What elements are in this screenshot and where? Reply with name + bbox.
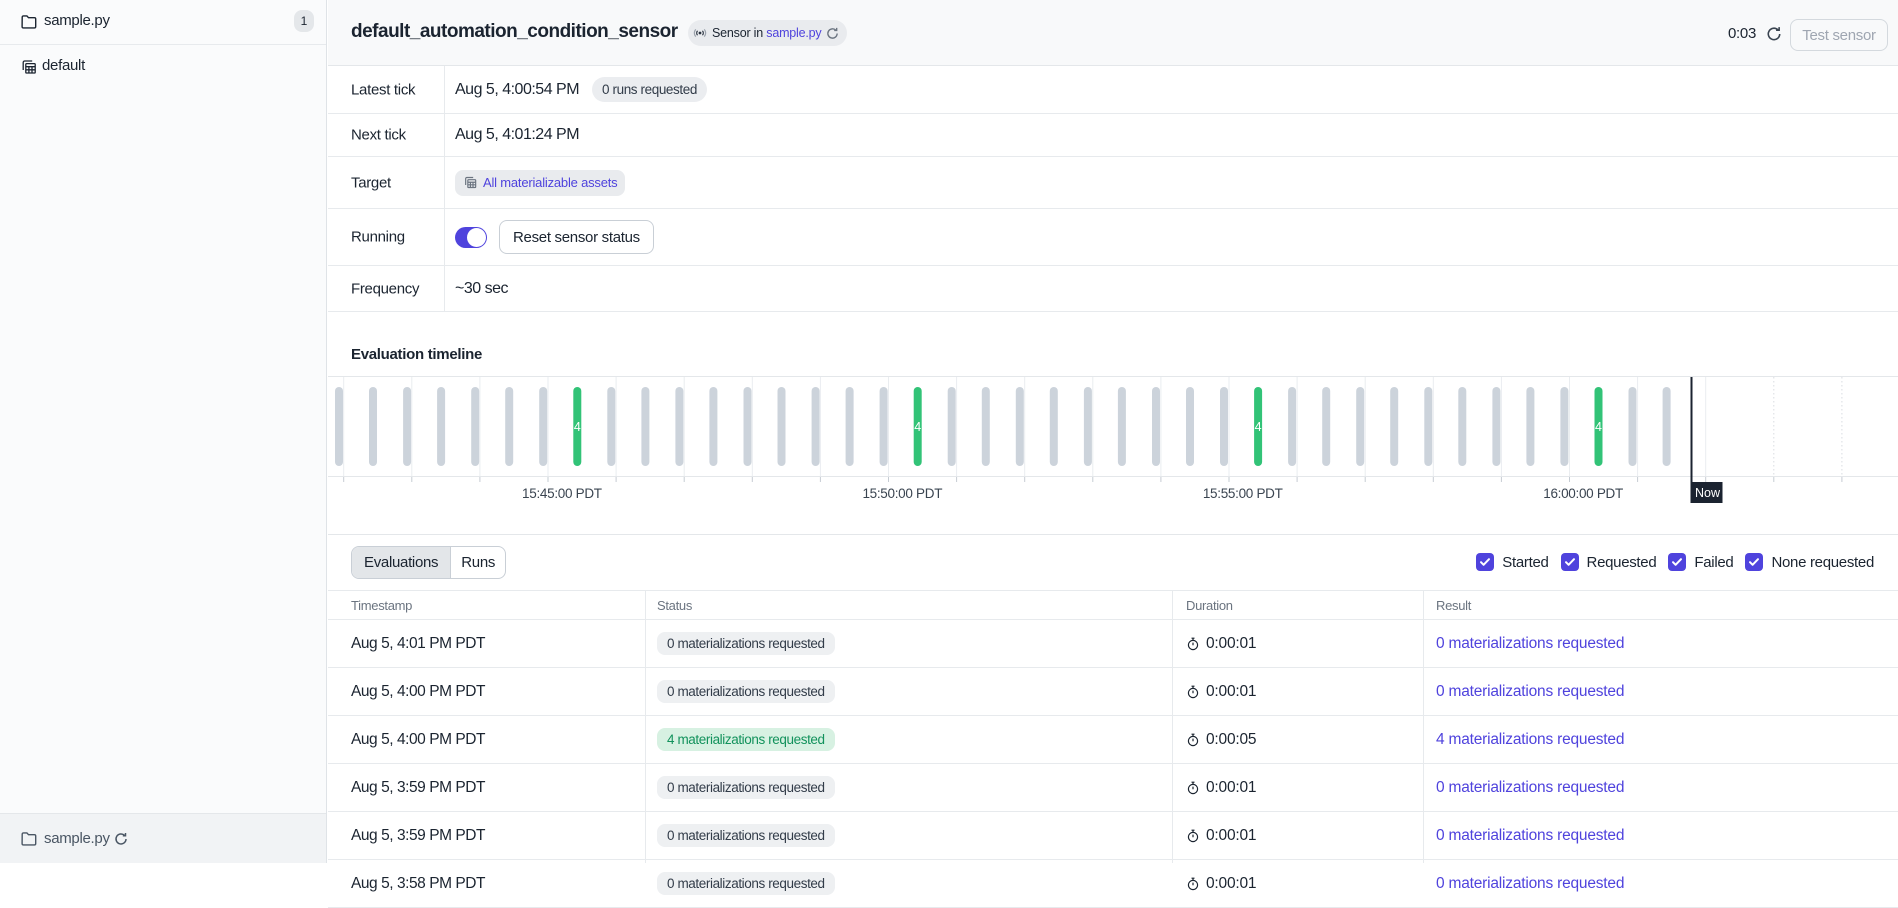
svg-text:4: 4 bbox=[1255, 420, 1262, 434]
svg-text:15:55:00 PDT: 15:55:00 PDT bbox=[1203, 486, 1283, 501]
svg-text:4: 4 bbox=[1595, 420, 1602, 434]
svg-text:15:50:00 PDT: 15:50:00 PDT bbox=[862, 486, 942, 501]
svg-text:4: 4 bbox=[914, 420, 921, 434]
svg-text:4: 4 bbox=[574, 420, 581, 434]
svg-text:15:45:00 PDT: 15:45:00 PDT bbox=[522, 486, 602, 501]
svg-text:16:00:00 PDT: 16:00:00 PDT bbox=[1543, 486, 1623, 501]
svg-text:Now: Now bbox=[1695, 486, 1721, 500]
